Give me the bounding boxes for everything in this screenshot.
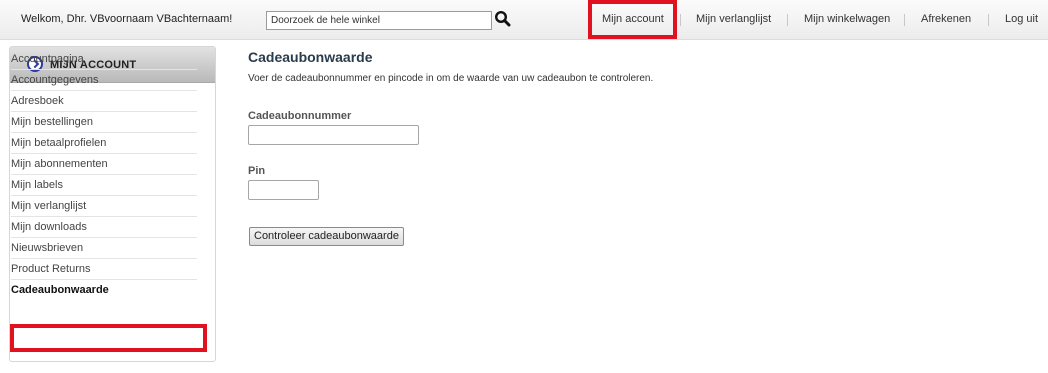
active-item-highlight-box	[10, 324, 207, 352]
nav-checkout[interactable]: Afrekenen	[921, 13, 971, 25]
sidebar-item-tags[interactable]: Mijn labels	[11, 175, 197, 196]
pin-input[interactable]	[248, 180, 319, 200]
check-balance-button[interactable]: Controleer cadeaubonwaarde	[249, 227, 404, 246]
nav-logout[interactable]: Log uit	[1005, 13, 1038, 25]
nav-my-wishlist[interactable]: Mijn verlanglijst	[696, 13, 771, 25]
pin-label: Pin	[248, 165, 266, 177]
sidebar-item-orders[interactable]: Mijn bestellingen	[11, 112, 197, 133]
card-number-label: Cadeaubonnummer	[248, 110, 352, 122]
nav-separator	[680, 14, 681, 26]
sidebar-item-account-info[interactable]: Accountgegevens	[11, 70, 197, 91]
sidebar-item-subscriptions[interactable]: Mijn abonnementen	[11, 154, 197, 175]
account-highlight-box	[588, 0, 677, 39]
page-title: Cadeaubonwaarde	[248, 49, 373, 65]
intro-text: Voer de cadeaubonnummer en pincode in om…	[248, 73, 654, 84]
sidebar-item-downloads[interactable]: Mijn downloads	[11, 217, 197, 238]
sidebar-item-payment-profiles[interactable]: Mijn betaalprofielen	[11, 133, 197, 154]
nav-separator	[904, 14, 905, 26]
sidebar-menu: Accountpagina Accountgegevens Adresboek …	[11, 49, 197, 301]
sidebar-item-account-dashboard[interactable]: Accountpagina	[11, 49, 197, 70]
sidebar-item-address-book[interactable]: Adresboek	[11, 91, 197, 112]
sidebar-item-newsletters[interactable]: Nieuwsbrieven	[11, 238, 197, 259]
nav-my-cart[interactable]: Mijn winkelwagen	[804, 13, 890, 25]
nav-separator	[787, 14, 788, 26]
card-number-input[interactable]	[248, 125, 419, 145]
sidebar-item-wishlist[interactable]: Mijn verlanglijst	[11, 196, 197, 217]
top-nav: Mijn account Mijn verlanglijst Mijn wink…	[0, 0, 1048, 40]
sidebar-item-gift-card-balance[interactable]: Cadeaubonwaarde	[11, 280, 197, 301]
nav-separator	[988, 14, 989, 26]
sidebar-item-product-returns[interactable]: Product Returns	[11, 259, 197, 280]
